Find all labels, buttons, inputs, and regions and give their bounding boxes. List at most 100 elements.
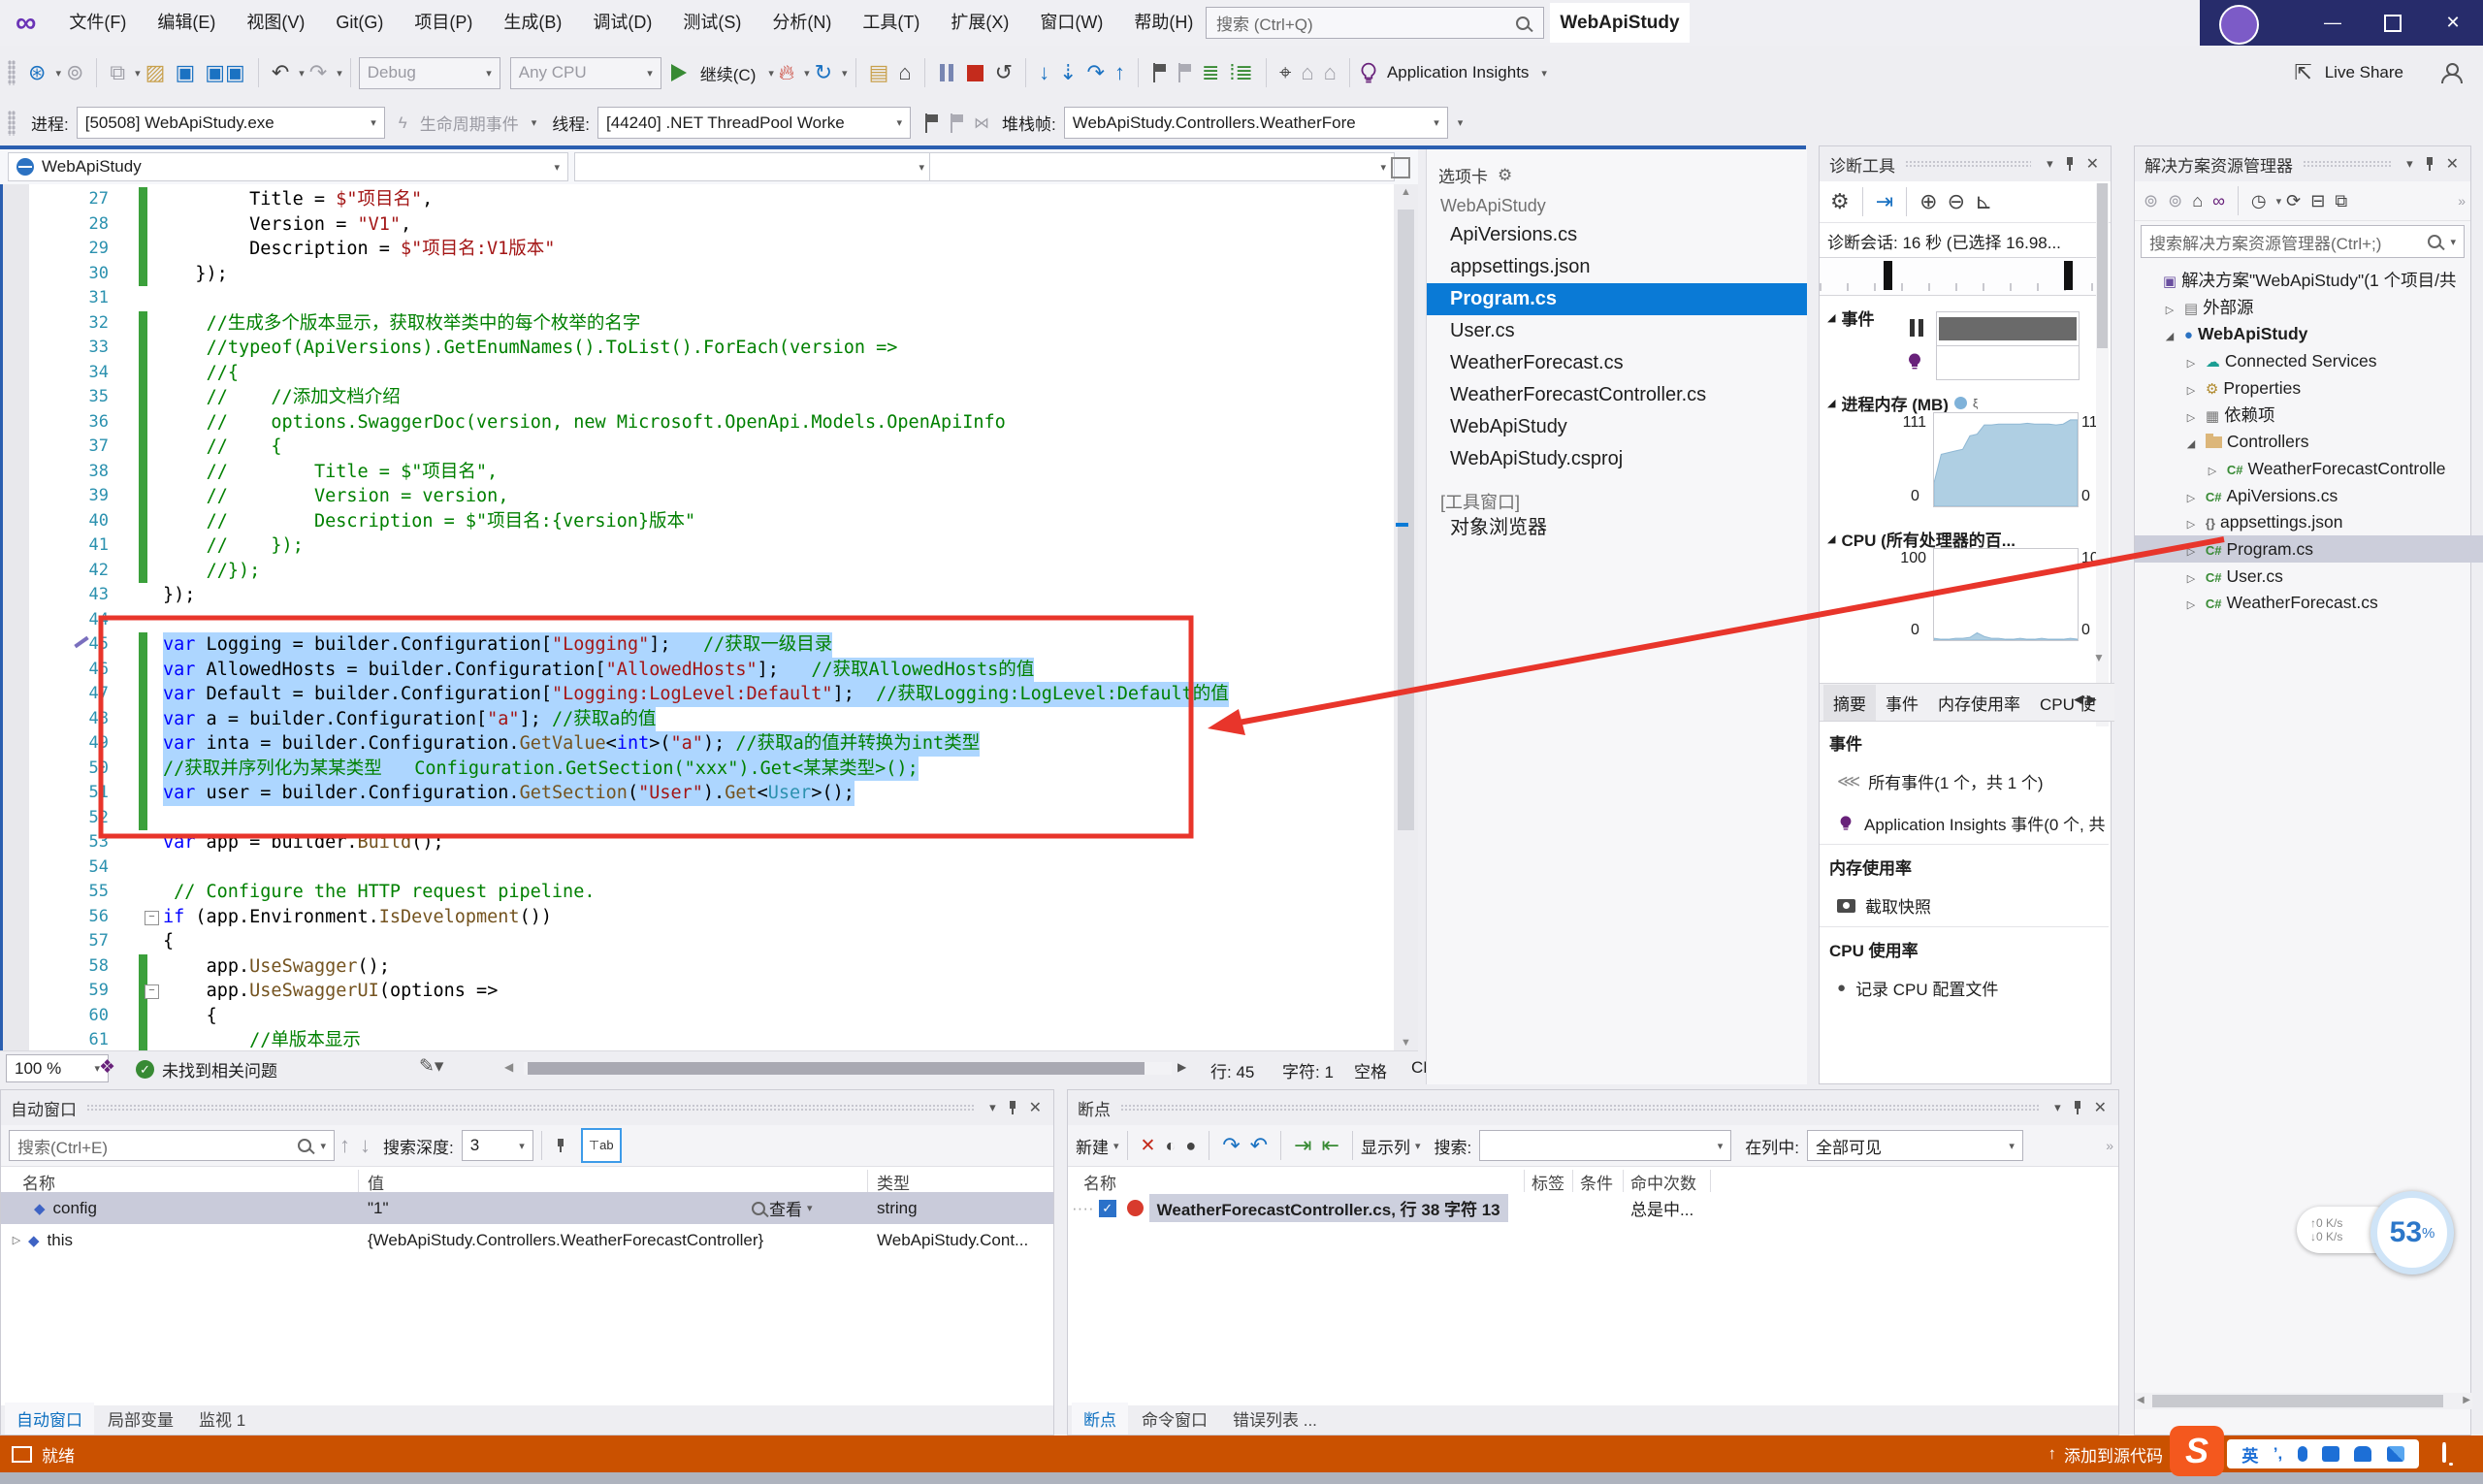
preview-icon[interactable]: ⧉ [2335,191,2347,211]
code-metrics-icon[interactable]: ⁞≣ [1229,60,1253,85]
process-dropdown[interactable]: [50508] WebApiStudy.exe▾ [77,107,385,139]
code-line[interactable]: 36 // options.SwaggerDoc(version, new Mi… [0,410,1394,436]
code-area[interactable]: 27 Title = $"项目名", 28 Version = "V1", 29… [0,184,1418,1050]
restart-icon[interactable]: ↻ [815,60,832,85]
pin-icon[interactable] [2425,157,2435,171]
autos-row-config[interactable]: ◆ config "1" 查看▾ string [1,1192,1053,1224]
code-line[interactable]: 35 // //添加文档介绍 [0,385,1394,410]
lifecycle-events-button[interactable]: 生命周期事件 [420,111,519,135]
pending-changes-filter-icon[interactable]: ◷ [2251,191,2267,211]
pin-icon[interactable] [1008,1101,1017,1114]
expand-icon[interactable]: ▷ [2205,458,2220,482]
save-all-icon[interactable]: ▣▣ [205,60,245,85]
prev-bookmark-icon[interactable]: ⌂ [1301,60,1313,85]
tab-item[interactable]: User.cs [1427,315,1807,347]
platform-dropdown[interactable]: Any CPU▾ [510,57,661,89]
cpu-chart[interactable] [1933,548,2079,641]
panel-tab[interactable]: 自动窗口 [5,1403,94,1435]
back-icon[interactable]: ⊚ [2144,191,2158,211]
code-line[interactable]: 58 app.UseSwagger(); [0,954,1394,980]
breakpoint-row[interactable]: ···· ✓ WeatherForecastController.cs, 行 3… [1068,1192,2118,1224]
tree-item[interactable]: ▷ ☁Connected Services [2135,347,2483,374]
continue-icon[interactable] [671,64,687,81]
tree-item[interactable]: ◢ ●WebApiStudy [2135,320,2483,347]
undo-icon[interactable]: ↶ [272,60,289,85]
breakpoint-search-input[interactable]: ▾ [1479,1130,1731,1161]
thread-dropdown[interactable]: [44240] .NET ThreadPool Worke▾ [597,107,911,139]
scrollbar-thumb[interactable] [1398,210,1414,830]
code-line[interactable]: 61 //单版本显示 [0,1028,1394,1050]
code-line[interactable]: 59 − app.UseSwaggerUI(options => [0,979,1394,1004]
step-into-icon[interactable]: ⇣ [1059,60,1077,85]
new-breakpoint-button[interactable]: 新建 [1076,1134,1109,1158]
ime-mic-icon[interactable] [2298,1446,2307,1462]
code-line[interactable]: 44 [0,608,1394,633]
code-line[interactable]: 55 // Configure the HTTP request pipelin… [0,880,1394,905]
go-to-disassembly-icon[interactable]: ⇤ [1322,1133,1339,1158]
zoom-out-icon[interactable]: ⊖ [1948,189,1965,214]
session-timeline[interactable] [1820,257,2097,296]
panel-tab[interactable]: 局部变量 [96,1403,185,1435]
stop-debugging-icon[interactable] [967,65,984,81]
toggle-all-icon[interactable]: ● [1185,1136,1196,1156]
window-menu-icon[interactable]: ▾ [2047,156,2053,172]
toolbar-grip[interactable] [8,111,16,136]
reset-view-icon[interactable]: ⊾ [1975,189,1992,214]
code-line[interactable]: 43 }); [0,583,1394,608]
diagnostics-tab[interactable]: 摘要 [1823,685,1876,721]
code-line[interactable]: 45 var Logging = builder.Configuration["… [0,632,1394,658]
vertical-scrollbar[interactable]: ▲ ▼ [1394,184,1418,1050]
code-line[interactable]: 48 var a = builder.Configuration["a"]; /… [0,707,1394,732]
step-over-icon[interactable]: ↷ [1087,60,1105,85]
expand-icon[interactable]: ▷ [2162,297,2177,321]
stackframe-dropdown[interactable]: WebApiStudy.Controllers.WeatherFore▾ [1064,107,1448,139]
immediate-window-icon[interactable] [1177,63,1191,82]
tabs-settings-gear-icon[interactable]: ⚙ [1498,166,1512,185]
tree-item[interactable]: ▷ ⚙Properties [2135,374,2483,402]
tab-item[interactable]: WebApiStudy [1427,411,1807,443]
collapse-icon[interactable]: ◢ [2183,431,2199,455]
diagnostics-scrollbar[interactable] [2096,183,2109,726]
user-avatar[interactable] [2219,5,2259,45]
ime-lang-toggle[interactable]: 英 [2241,1442,2258,1467]
settings-gear-icon[interactable]: ⚙ [1830,189,1850,214]
menu-item[interactable]: 帮助(H) [1118,0,1209,46]
code-line[interactable]: 51 var user = builder.Configuration.GetS… [0,781,1394,806]
health-indicator[interactable]: ✓ 未找到相关问题 [136,1057,277,1081]
line-annotation-icon[interactable]: ≣ [1202,60,1219,85]
bookmark-icon[interactable]: ⌖ [1279,60,1291,85]
tab-item[interactable]: Program.cs [1427,283,1807,315]
diagnostics-tab[interactable]: 内存使用率 [1928,685,2030,721]
timeline-marker[interactable] [2064,261,2073,290]
navigate-back-icon[interactable]: ⊛ [28,60,46,85]
tree-item[interactable]: ▷ ▦依赖项 [2135,402,2483,429]
expand-icon[interactable]: ▷ [2183,592,2199,616]
menu-item[interactable]: 扩展(X) [935,0,1024,46]
type-dropdown[interactable]: ▾ [574,152,933,181]
menu-item[interactable]: 项目(P) [399,0,488,46]
code-line[interactable]: 52 [0,806,1394,831]
live-share-button[interactable]: Live Share [2325,63,2403,82]
find-in-files-icon[interactable]: ▤ [869,60,889,85]
hscroll-right-icon[interactable]: ▶ [1177,1060,1186,1074]
next-result-icon[interactable]: ↓ [360,1133,371,1158]
expand-icon[interactable]: ▷ [2183,538,2199,563]
tree-item[interactable]: ▣解决方案"WebApiStudy"(1 个项目/共 [2135,267,2478,294]
delete-breakpoint-icon[interactable]: ✕ [1141,1135,1156,1157]
tab-scroll-icons[interactable]: ◀ ▶ [2074,692,2097,707]
pin-values-icon[interactable] [556,1139,565,1152]
autos-row-this[interactable]: ▷ ◆ this {WebApiStudy.Controllers.Weathe… [1,1224,1053,1256]
autos-header[interactable]: 自动窗口 ▾ ✕ [1,1090,1053,1125]
tree-item[interactable]: ◢ Controllers [2135,428,2483,455]
menu-item[interactable]: 生成(B) [488,0,577,46]
new-project-icon[interactable]: ⧉ [110,60,125,85]
tree-item[interactable]: ▷ {}appsettings.json [2135,508,2483,535]
tree-item[interactable]: ▷ C#WeatherForecast.cs [2135,589,2483,616]
close-icon[interactable]: ✕ [2094,1098,2107,1117]
maximize-button[interactable] [2363,0,2423,46]
solution-explorer-header[interactable]: 解决方案资源管理器 ▾ ✕ [2135,146,2470,181]
live-share-icon[interactable]: ⇱ [2294,60,2311,85]
sogou-input-icon[interactable]: S [2170,1426,2224,1476]
timeline-marker[interactable] [1884,261,1892,290]
toolbar-overflow-icon[interactable]: ▾ [1458,116,1464,129]
